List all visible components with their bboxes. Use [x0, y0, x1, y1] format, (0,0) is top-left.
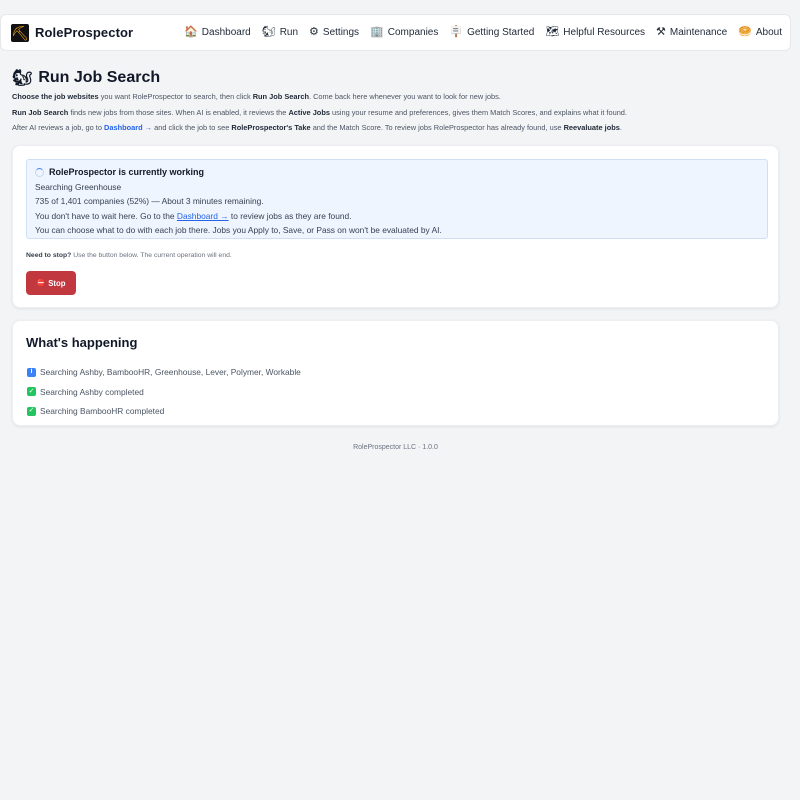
nav-item-maintenance[interactable]: ⚒ Maintenance	[656, 26, 728, 39]
intro-text: After AI reviews a job, go to	[12, 123, 105, 132]
activity-title: What's happening	[26, 335, 138, 350]
check-icon: ✓	[27, 387, 36, 396]
status-hint: You don't have to wait here. Go to the D…	[35, 211, 759, 222]
map-icon: 🗺	[545, 26, 560, 38]
squirrel-icon: 🐿	[261, 26, 276, 38]
stop-button-label: Stop	[48, 278, 66, 288]
pickaxe-logo-icon: ⛏	[11, 23, 29, 42]
intro-bold: RoleProspector's Take	[231, 123, 311, 132]
house-icon: 🏠	[184, 26, 198, 38]
activity-card: What's happening i Searching Ashby, Bamb…	[12, 320, 779, 426]
intro-bold: Choose the job websites	[12, 92, 99, 101]
no-entry-icon: ⛔	[36, 280, 46, 287]
intro-text: .	[619, 123, 622, 132]
nav-label: Companies	[387, 27, 439, 38]
status-hint-text: You don't have to wait here. Go to the	[35, 211, 177, 221]
intro-text: finds new jobs from those sites. When AI…	[68, 108, 289, 117]
nav-label: Getting Started	[467, 27, 535, 38]
gear-icon: ⚙	[309, 26, 319, 38]
intro-line-1: Choose the job websites you want RolePro…	[12, 92, 501, 101]
status-current-site: Searching Greenhouse	[35, 182, 122, 192]
intro-text: using your resume and preferences, gives…	[329, 108, 627, 117]
nav-label: Helpful Resources	[563, 27, 646, 38]
status-dashboard-link[interactable]: Dashboard →	[177, 211, 229, 221]
page-title-text: Run Job Search	[38, 69, 161, 86]
activity-text: Searching Ashby, BambooHR, Greenhouse, L…	[40, 367, 301, 377]
info-icon: i	[27, 367, 36, 377]
intro-line-2: Run Job Search finds new jobs from those…	[12, 108, 627, 117]
status-heading: RoleProspector is currently working	[35, 167, 759, 177]
nav-item-companies[interactable]: 🏢 Companies	[370, 26, 439, 39]
signpost-icon: 🪧	[449, 26, 464, 38]
status-progress: 735 of 1,401 companies (52%) — About 3 m…	[35, 195, 264, 206]
dashboard-link[interactable]: Dashboard →	[104, 123, 152, 132]
page-title: 🐿 Run Job Search	[12, 68, 160, 88]
brand-name: RoleProspector	[35, 25, 134, 40]
squirrel-icon: 🐿	[12, 70, 33, 87]
working-status-box: RoleProspector is currently working Sear…	[26, 159, 768, 239]
nav-label: Dashboard	[201, 27, 251, 38]
intro-text: . Come back here whenever you want to lo…	[308, 92, 501, 101]
activity-text: Searching Ashby completed	[40, 386, 144, 397]
brand[interactable]: ⛏ RoleProspector	[11, 23, 134, 42]
stop-note-bold: Need to stop?	[26, 252, 72, 259]
nav-label: Run	[279, 27, 299, 38]
nav-item-settings[interactable]: ⚙ Settings	[309, 26, 360, 39]
nav-label: Settings	[322, 27, 360, 38]
intro-line-3: After AI reviews a job, go to Dashboard …	[12, 123, 622, 132]
activity-list: i Searching Ashby, BambooHR, Greenhouse,…	[27, 362, 301, 421]
nav-item-about[interactable]: 🥯 About	[738, 26, 782, 39]
nav-item-run[interactable]: 🐿 Run	[261, 26, 299, 39]
stop-button[interactable]: ⛔ Stop	[26, 271, 76, 295]
status-hint-2: You can choose what to do with each job …	[35, 224, 442, 235]
spinner-icon	[35, 167, 44, 177]
list-item: ✓ Searching Ashby completed	[27, 382, 301, 402]
intro-bold: Reevaluate jobs	[563, 123, 620, 132]
building-icon: 🏢	[370, 26, 384, 38]
hammer-pick-icon: ⚒	[656, 26, 666, 38]
footer: RoleProspector LLC · 1.0.0	[353, 444, 438, 451]
nugget-icon: 🥯	[738, 26, 752, 38]
activity-text: Searching BambooHR completed	[40, 406, 165, 416]
intro-text: you want RoleProspector to search, then …	[98, 92, 253, 101]
list-item: i Searching Ashby, BambooHR, Greenhouse,…	[27, 362, 301, 382]
nav-item-getting-started[interactable]: 🪧 Getting Started	[449, 26, 535, 39]
stop-note: Need to stop? Use the button below. The …	[26, 252, 232, 259]
intro-text: and click the job to see	[152, 123, 232, 132]
status-heading-text: RoleProspector is currently working	[49, 167, 205, 177]
main-nav: 🏠 Dashboard 🐿 Run ⚙ Settings 🏢 Companies…	[184, 26, 782, 39]
status-hint-text: to review jobs as they are found.	[228, 211, 352, 221]
nav-label: Maintenance	[669, 27, 728, 38]
intro-bold: Run Job Search	[12, 108, 69, 117]
list-item: ✓ Searching BambooHR completed	[27, 401, 301, 421]
status-card: RoleProspector is currently working Sear…	[12, 145, 779, 308]
nav-item-helpful-resources[interactable]: 🗺 Helpful Resources	[545, 26, 646, 39]
check-icon: ✓	[27, 406, 36, 416]
top-navbar: ⛏ RoleProspector 🏠 Dashboard 🐿 Run ⚙ Set…	[0, 14, 791, 51]
intro-bold: Active Jobs	[288, 108, 330, 117]
stop-note-text: Use the button below. The current operat…	[71, 252, 232, 259]
intro-bold: Run Job Search	[252, 92, 309, 101]
intro-text: and the Match Score. To review jobs Role…	[310, 123, 564, 132]
nav-item-dashboard[interactable]: 🏠 Dashboard	[184, 26, 251, 39]
nav-label: About	[755, 27, 782, 38]
